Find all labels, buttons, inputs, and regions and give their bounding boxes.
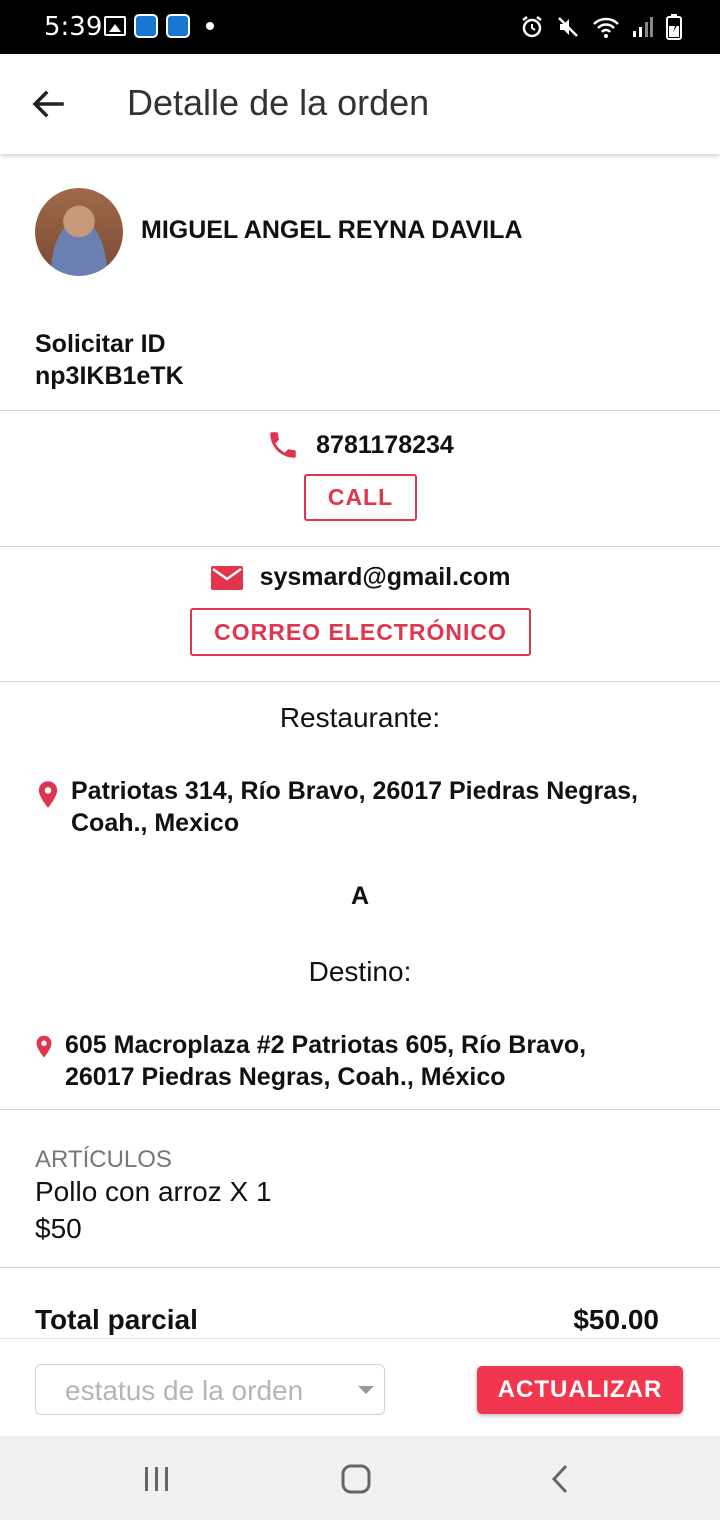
subtotal-label: Total parcial [35, 1304, 198, 1335]
location-pin-icon [36, 1035, 52, 1058]
update-button[interactable]: ACTUALIZAR [477, 1366, 683, 1414]
dot-icon [206, 22, 214, 30]
mute-icon [558, 17, 578, 37]
notification-icons [104, 14, 214, 38]
recents-icon [145, 1467, 168, 1491]
mail-icon [210, 565, 243, 590]
email-address: sysmard@gmail.com [259, 563, 511, 591]
home-icon [341, 1464, 371, 1494]
wifi-icon [593, 17, 619, 38]
divider [0, 546, 720, 547]
dropdown-caret-icon [358, 1386, 374, 1394]
divider [0, 410, 720, 411]
origin-address-block: Patriotas 314, Río Bravo, 26017 Piedras … [37, 775, 677, 839]
status-time: 5:39 [44, 12, 103, 42]
destination-address-block: 605 Macroplaza #2 Patriotas 605, Río Bra… [35, 1029, 655, 1093]
divider [0, 681, 720, 682]
items-label: ARTÍCULOS [35, 1146, 172, 1173]
recents-button[interactable] [142, 1466, 172, 1492]
divider [0, 1267, 720, 1268]
email-button[interactable]: CORREO ELECTRÓNICO [190, 608, 531, 656]
app-icon [166, 14, 190, 38]
origin-label: Restaurante: [279, 702, 441, 733]
order-status-placeholder: estatus de la orden [65, 1375, 304, 1406]
arrow-back-icon [32, 90, 64, 118]
image-icon [104, 16, 126, 36]
customer-name: MIGUEL ANGEL REYNA DAVILA [141, 216, 523, 244]
home-button[interactable] [341, 1464, 371, 1494]
app-bar: Detalle de la orden [0, 54, 720, 154]
item-price: $50 [35, 1213, 82, 1244]
app-icon [134, 14, 158, 38]
back-button[interactable] [28, 84, 68, 124]
alarm-icon [522, 16, 542, 38]
page-title: Detalle de la orden [127, 82, 430, 123]
phone-number: 8781178234 [316, 430, 454, 459]
phone-row: 8781178234 [0, 428, 720, 462]
destination-label: Destino: [308, 956, 412, 987]
order-actions-bar: estatus de la orden ACTUALIZAR [0, 1338, 720, 1436]
item-name: Pollo con arroz X 1 [35, 1176, 272, 1207]
email-row: sysmard@gmail.com [0, 563, 720, 592]
battery-icon [666, 14, 682, 40]
divider [0, 1109, 720, 1110]
system-icons [520, 14, 682, 40]
signal-icon [633, 17, 653, 37]
order-status-select[interactable]: estatus de la orden [35, 1364, 385, 1415]
location-pin-icon [38, 781, 58, 808]
origin-address: Patriotas 314, Río Bravo, 26017 Piedras … [71, 777, 638, 837]
chevron-left-icon [551, 1464, 568, 1494]
call-button[interactable]: CALL [304, 474, 417, 521]
status-bar: 5:39 [0, 0, 720, 54]
nav-back-button[interactable] [548, 1464, 572, 1494]
destination-address: 605 Macroplaza #2 Patriotas 605, Río Bra… [65, 1031, 587, 1091]
request-id-label: Solicitar ID [35, 330, 166, 358]
request-id-value: np3IKB1eTK [35, 362, 184, 390]
avatar [35, 188, 123, 276]
phone-icon [270, 432, 296, 458]
system-nav-bar [0, 1436, 720, 1520]
route-connector: A [350, 882, 370, 910]
subtotal-value: $50.00 [573, 1304, 659, 1335]
